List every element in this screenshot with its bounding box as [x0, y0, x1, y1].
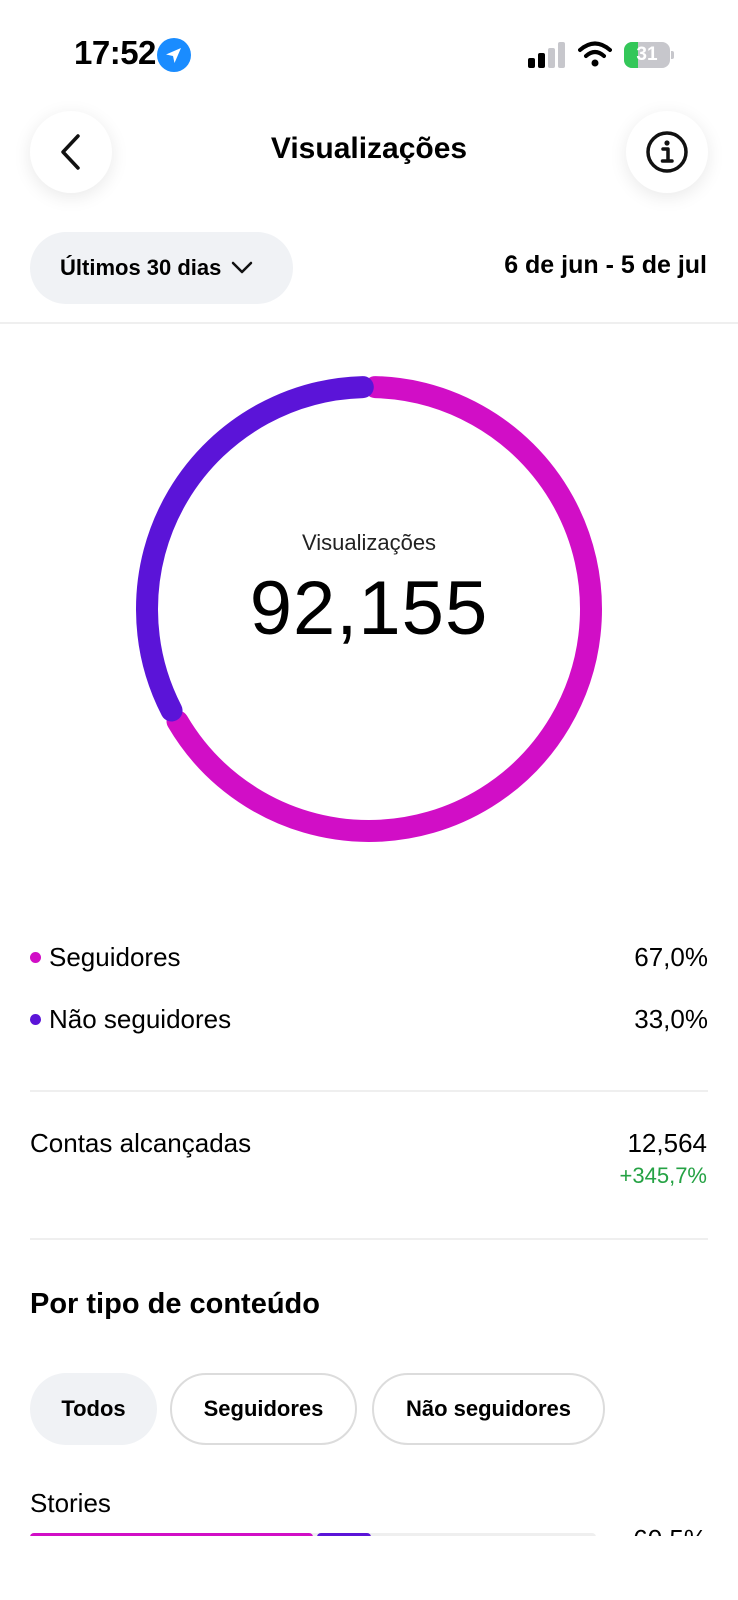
status-bar: 17:52 31	[0, 0, 738, 100]
divider	[0, 322, 738, 324]
stories-bar-non-followers	[317, 1533, 371, 1536]
stories-bar-row: 60,5%	[0, 1520, 738, 1536]
divider	[30, 1090, 708, 1092]
tab-nao-seguidores[interactable]: Não seguidores	[372, 1373, 605, 1445]
info-icon	[646, 131, 688, 173]
cellular-signal-icon	[528, 42, 568, 68]
wifi-icon	[578, 40, 612, 68]
non-followers-dot-icon	[30, 1013, 41, 1025]
views-total: 92,155	[249, 566, 489, 651]
legend-row-followers: Seguidores 67,0%	[30, 937, 708, 977]
date-range-dropdown[interactable]: Últimos 30 dias	[30, 232, 293, 304]
legend-row-non-followers: Não seguidores 33,0%	[30, 999, 708, 1039]
date-range-text: 6 de jun - 5 de jul	[504, 251, 707, 279]
date-range-dropdown-label: Últimos 30 dias	[60, 255, 222, 280]
followers-dot-icon	[30, 951, 41, 963]
location-arrow-icon	[157, 38, 191, 72]
status-time: 17:52	[74, 34, 156, 71]
tab-todos[interactable]: Todos	[30, 1373, 157, 1445]
legend-label: Não seguidores	[49, 1003, 232, 1034]
section-title: Por tipo de conteúdo	[30, 1288, 320, 1320]
tab-seguidores[interactable]: Seguidores	[170, 1373, 357, 1445]
legend-label: Seguidores	[49, 941, 181, 972]
accounts-reached-label: Contas alcançadas	[30, 1128, 252, 1158]
accounts-reached-delta: +345,7%	[619, 1163, 707, 1188]
stories-bar-followers	[30, 1533, 313, 1536]
battery-level: 31	[636, 44, 658, 65]
legend-value: 67,0%	[634, 941, 708, 972]
stories-percent: 60,5%	[633, 1524, 707, 1536]
legend-value: 33,0%	[634, 1003, 708, 1034]
battery-icon: 31	[624, 42, 674, 68]
divider	[30, 1238, 708, 1240]
accounts-reached-value: 12,564	[627, 1128, 707, 1158]
stories-label: Stories	[30, 1488, 111, 1518]
info-button[interactable]	[626, 111, 708, 193]
donut-label: Visualizações	[301, 530, 437, 555]
chevron-down-icon	[232, 261, 253, 274]
